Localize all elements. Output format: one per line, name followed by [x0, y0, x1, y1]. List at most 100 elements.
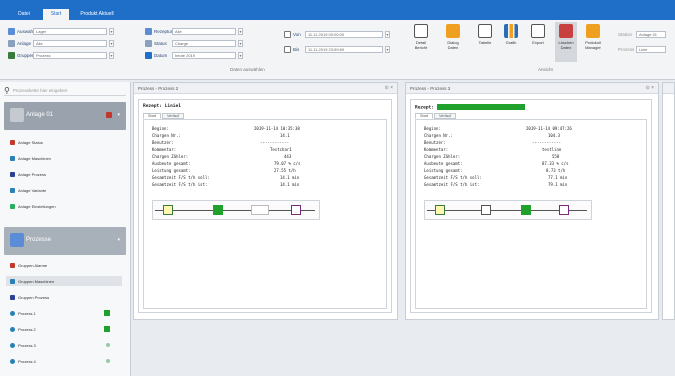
- sidebar-item-anlage-maschinen[interactable]: Anlage Maschinen: [10, 153, 51, 163]
- gruppen-field[interactable]: Prozess: [33, 51, 107, 59]
- sidebar-item-label: Gruppen Alarme: [18, 262, 48, 268]
- chevron-down-icon[interactable]: ▾: [238, 39, 243, 47]
- von-date-field[interactable]: 11.11.2019 00:00:00: [305, 30, 383, 38]
- sidebar-search[interactable]: ⚲ Prozesskette hier eingeben: [4, 86, 126, 96]
- sidebar-item-label: Prozess 2: [18, 326, 36, 332]
- status-field[interactable]: Charge: [172, 39, 236, 47]
- sidebar-item-label: Gruppen Prozess: [18, 294, 50, 300]
- tab-datei[interactable]: Datei: [10, 9, 38, 20]
- chevron-down-icon[interactable]: ▾: [117, 237, 120, 243]
- tabelle-button[interactable]: Tabelle: [474, 24, 496, 45]
- sidebar-item-prozess-2[interactable]: Prozess 2: [10, 324, 110, 334]
- row-value: 87.33 % c/s: [542, 161, 569, 166]
- group2-label: Prozesse: [26, 237, 52, 243]
- wrench-icon: [10, 155, 15, 161]
- sidebar-item-anlage-variante[interactable]: Anlage Variante: [10, 185, 46, 195]
- process-group-icon: [10, 233, 24, 247]
- protokoll-manager-button[interactable]: Protokoll Manager: [582, 24, 604, 50]
- sidebar-item-prozess-1[interactable]: Prozess 1: [10, 308, 110, 318]
- export-icon: [531, 24, 545, 38]
- anlage-field[interactable]: Alle: [33, 39, 107, 47]
- row-value: 8.73 t/h: [546, 168, 566, 173]
- machine-running-icon[interactable]: [521, 205, 531, 215]
- machine-running-icon[interactable]: [213, 205, 223, 215]
- rezeptur-field[interactable]: Alle: [172, 27, 236, 35]
- folder-icon: [8, 27, 15, 35]
- delete-icon: [559, 24, 573, 38]
- row-label: Benutzer:: [152, 140, 174, 145]
- panel-title: Prozess - Prozess 3 ⊙ ×: [406, 83, 658, 94]
- sidebar-item-gruppen-alarme[interactable]: Gruppen Alarme: [10, 260, 47, 270]
- ribbon-anlage-row: Anlage Alle ▾: [8, 38, 114, 48]
- machine-idle-icon[interactable]: [251, 205, 269, 215]
- sidebar-group-anlage[interactable]: Anlage 01 ▾: [4, 102, 126, 130]
- row-label: Beginn:: [152, 126, 169, 131]
- feeder-icon[interactable]: [435, 205, 445, 215]
- auswahl-field[interactable]: Lager: [33, 27, 107, 35]
- row-label: Benutzer:: [424, 140, 446, 145]
- chevron-down-icon[interactable]: ▾: [238, 51, 243, 59]
- tab-produkt-aktuell[interactable]: Produkt Aktuell: [73, 9, 121, 20]
- chevron-down-icon[interactable]: ▾: [238, 27, 243, 35]
- calendar-icon: [284, 45, 291, 53]
- title-bar: Datei Start Produkt Aktuell: [0, 0, 675, 20]
- process-panel-4-edge: [662, 82, 675, 320]
- rezeptur-label: Rezeptur: [154, 28, 173, 34]
- ribbon-bis-row: Bis 11.11.2019 23:59:59 ▾: [284, 44, 390, 54]
- gruppen-label: Gruppen: [17, 52, 35, 58]
- detail-bericht-button[interactable]: Detail Bericht: [410, 24, 432, 50]
- station-field[interactable]: Anlage 01: [636, 30, 666, 38]
- sidebar-item-prozess-3[interactable]: Prozess 3: [10, 340, 110, 350]
- output-icon[interactable]: [559, 205, 569, 215]
- ok-icon: [104, 326, 110, 332]
- chevron-down-icon[interactable]: ▾: [109, 27, 114, 35]
- sidebar-group-prozesse[interactable]: Prozesse ▾: [4, 227, 126, 255]
- sidebar-item-label: Anlage Maschinen: [18, 155, 51, 161]
- protokoll-manager-label: Protokoll Manager: [585, 40, 601, 50]
- pin-close-icon[interactable]: ⊙ ×: [646, 83, 655, 94]
- dialog-daten-button[interactable]: Dialog Daten: [442, 24, 464, 50]
- row-value: 77.1 min: [548, 175, 568, 180]
- sidebar-item-prozess-4[interactable]: Prozess 4: [10, 356, 110, 366]
- feeder-icon[interactable]: [163, 205, 173, 215]
- panel-title-text: Prozess - Prozess 3: [410, 86, 451, 91]
- filter-icon[interactable]: [481, 205, 491, 215]
- recipe-status-bar: [436, 104, 525, 110]
- chart-icon: [504, 24, 518, 38]
- pin-close-icon[interactable]: ⊙ ×: [385, 83, 394, 94]
- sidebar: ⚲ Prozesskette hier eingeben Anlage 01 ▾…: [0, 82, 131, 376]
- loeschen-daten-button[interactable]: Löschen Daten: [555, 22, 577, 62]
- row-label: Ausbeute gesamt:: [152, 161, 191, 166]
- datum-field[interactable]: heute 2019: [172, 51, 236, 59]
- ribbon-status-row: Status Charge ▾: [145, 38, 243, 48]
- chevron-down-icon[interactable]: ▾: [109, 51, 114, 59]
- bis-date-field[interactable]: 11.11.2019 23:59:59: [305, 45, 383, 53]
- row-label: Kommentar:: [152, 147, 177, 152]
- status-icon: [145, 39, 152, 47]
- grafik-button[interactable]: Grafik: [500, 24, 522, 45]
- chevron-down-icon[interactable]: ▾: [385, 45, 390, 53]
- export-label: Export: [532, 40, 544, 45]
- panel-title: Prozess - Prozess 2 ⊙ ×: [134, 83, 397, 94]
- chevron-down-icon[interactable]: ▾: [385, 30, 390, 38]
- datum-label: Datum: [154, 52, 168, 58]
- panel-body: Rezept: Start Verlauf Beginn: 2019-11-14…: [410, 99, 652, 313]
- sidebar-item-gruppen-prozess[interactable]: Gruppen Prozess: [10, 292, 49, 302]
- chevron-down-icon[interactable]: ▾: [109, 39, 114, 47]
- row-value: 27.55 t/h: [274, 168, 296, 173]
- prozess-field[interactable]: Linie: [636, 45, 666, 53]
- process-flow: [152, 200, 320, 220]
- sidebar-item-anlage-status[interactable]: Anlage Status: [10, 137, 43, 147]
- process-icon: [10, 294, 15, 300]
- chevron-down-icon[interactable]: ▾: [117, 112, 120, 118]
- export-button[interactable]: Export: [527, 24, 549, 45]
- sidebar-item-gruppen-maschinen[interactable]: Gruppen Maschinen: [6, 276, 122, 286]
- tab-start[interactable]: Start: [43, 9, 69, 20]
- output-icon[interactable]: [291, 205, 301, 215]
- sidebar-item-anlage-prozess[interactable]: Anlage Prozess: [10, 169, 46, 179]
- rezept-label: Rezept: Linie1: [143, 104, 181, 109]
- rezept-label-text: Rezept:: [415, 105, 434, 111]
- ribbon-gruppen-row: Gruppen Prozess ▾: [8, 50, 114, 60]
- sidebar-item-anlage-einstellungen[interactable]: Anlage Einstellungen: [10, 201, 56, 211]
- row-value: 79.07 % c/s: [274, 161, 301, 166]
